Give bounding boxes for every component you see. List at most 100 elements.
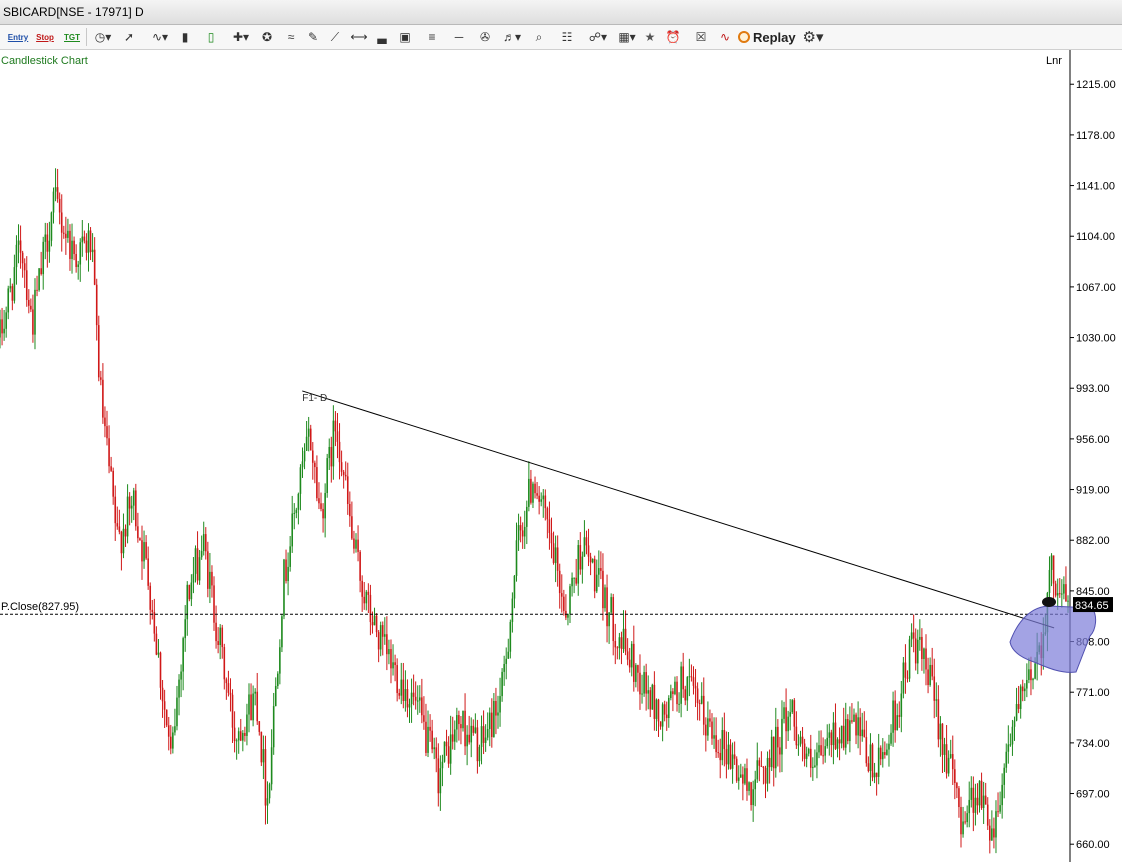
candle-body [256,691,259,722]
candle-body [593,558,596,592]
candle-body [215,622,217,642]
candle-body [412,692,415,697]
candle-body [437,758,440,794]
candle-body [587,545,590,557]
candle-body [873,772,876,778]
report-icon[interactable]: ☷ [558,28,576,46]
candle-body [906,677,909,679]
candle-body [789,712,791,717]
candle-body [713,735,715,739]
candle-body [670,691,672,698]
candle-body [244,733,246,736]
candle-body [622,628,625,649]
measure-icon[interactable]: ✇ [476,28,494,46]
stop-button[interactable]: Stop [34,28,56,46]
candle-body [544,495,547,509]
volume-icon[interactable]: ▃ [373,28,391,46]
candlestick-chart[interactable]: Candlestick Chart Lnr 1215.00 1178.00 1141… [0,50,1122,862]
cursor-icon[interactable]: ➚ [120,28,138,46]
highlight-shape[interactable] [1009,605,1097,673]
candle-body [770,736,773,768]
ruler-icon[interactable]: ✎ [304,28,322,46]
trendline-icon[interactable]: ⟋ [326,28,344,46]
target-button[interactable]: TGT [62,28,82,46]
candle-body [326,458,328,493]
star-icon[interactable]: ★ [641,28,659,46]
clock-icon[interactable]: ◷▾ [92,28,114,46]
candle-body [707,718,709,736]
replay-button[interactable]: Replay [738,28,796,46]
candle-body [126,496,129,537]
candle-body [328,446,331,459]
candle-body [246,714,248,736]
candle-body [853,714,855,722]
candle-body [254,691,256,694]
gear-icon[interactable]: ⚙▾ [800,28,826,46]
entry-button[interactable]: Entry [8,28,28,46]
candle-body [583,537,586,557]
candle-body [5,312,7,329]
candle-body [239,731,242,741]
candle-body [458,715,460,725]
candle-body [159,652,162,688]
zoom-icon[interactable]: ⌕ [530,28,548,46]
candle-body [867,763,870,772]
horizontal-ray-icon[interactable]: ⟷ [350,28,368,46]
candle-body [742,774,744,784]
magnet-icon[interactable]: ✪ [258,28,276,46]
candle-icon[interactable]: ▯ [202,28,220,46]
trendline[interactable] [302,390,1055,629]
candle-body [320,503,322,509]
candle-body [1048,569,1051,593]
link-icon[interactable]: ☍▾ [585,28,611,46]
layout-icon[interactable]: ▦▾ [614,28,640,46]
candle-body [429,726,431,731]
candle-body [826,737,829,747]
candle-body [7,288,10,313]
delete-icon[interactable]: ☒ [692,28,710,46]
bar-chart-icon[interactable]: ▮ [176,28,194,46]
candle-body [443,741,446,762]
candle-body [52,191,55,213]
candle-body [262,749,265,763]
candle-body [814,765,816,767]
wave-icon[interactable]: ≈ [282,28,300,46]
candle-body [349,503,351,517]
candle-body [1067,600,1069,602]
candle-body [509,621,512,652]
window-title-bar: SBICARD[NSE - 17971] D [0,0,1122,25]
candle-body [523,526,526,537]
candle-body [100,377,102,380]
candle-body [571,577,573,587]
candle-body [250,694,252,721]
candle-body [517,525,520,541]
marker-dot[interactable] [1042,597,1056,607]
candle-body [655,699,658,719]
candle-body [390,649,392,669]
candle-body [684,689,687,701]
crosshair-icon[interactable]: ✚▾ [230,28,252,46]
candle-body [289,546,291,567]
candle-body [914,638,917,664]
indicator-icon[interactable]: ∿▾ [148,28,172,46]
fibonacci-icon[interactable]: ≡ [423,28,441,46]
scale-mode-label[interactable]: Lnr [1046,55,1062,67]
candle-body [585,537,588,546]
compare-icon[interactable]: ∿ [716,28,734,46]
candle-body [174,726,176,733]
last-price-label: 834.65 [1075,600,1109,612]
candle-body [735,758,738,781]
candle-body [112,470,114,497]
candle-body [908,639,911,679]
candle-body [696,688,699,703]
paint-icon[interactable]: ♬▾ [500,28,524,46]
candle-body [295,509,298,513]
hline-icon[interactable]: ─ [450,28,468,46]
candle-body [984,795,987,805]
candle-body [48,240,51,252]
cube-icon[interactable]: ▣ [396,28,414,46]
candle-body [36,289,38,291]
prev-close-label: P.Close(827.95) [1,601,79,613]
y-tick-label: 771.00 [1076,687,1110,699]
alert-icon[interactable]: ⏰ [664,28,682,46]
